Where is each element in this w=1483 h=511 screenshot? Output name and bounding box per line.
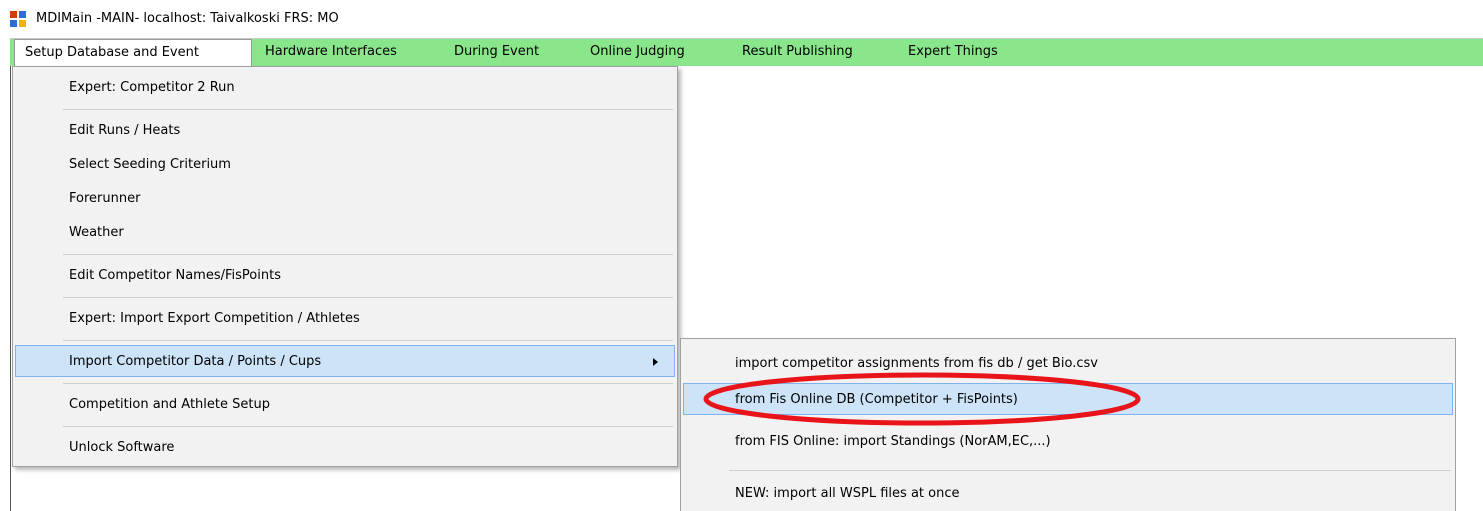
- menu-item-label: Expert: Import Export Competition / Athl…: [69, 311, 360, 326]
- menu-separator: [729, 470, 1451, 471]
- setup-dropdown-menu: Expert: Competitor 2 Run Edit Runs / Hea…: [12, 66, 678, 467]
- menu-item-label: Expert: Competitor 2 Run: [69, 80, 235, 95]
- title-bar: MDIMain -MAIN- localhost: Taivalkoski FR…: [0, 0, 1483, 38]
- menu-label: Hardware Interfaces: [265, 44, 397, 59]
- menu-result-publishing[interactable]: Result Publishing: [742, 39, 853, 67]
- menu-bar: Setup Database and Event Hardware Interf…: [10, 38, 1483, 67]
- menu-separator: [63, 109, 673, 110]
- menu-online-judging[interactable]: Online Judging: [590, 39, 685, 67]
- menu-label: During Event: [454, 44, 540, 59]
- mdi-client-border: [10, 66, 11, 511]
- menu-item-label: Select Seeding Criterium: [69, 157, 231, 172]
- menu-separator: [63, 426, 673, 427]
- menu-item-label: from FIS Online: import Standings (NorAM…: [735, 434, 1051, 449]
- submenu-item-import-wspl-files[interactable]: NEW: import all WSPL files at once: [683, 478, 1453, 510]
- menu-item-competition-athlete-setup[interactable]: Competition and Athlete Setup: [15, 389, 675, 421]
- menu-item-expert-import-export[interactable]: Expert: Import Export Competition / Athl…: [15, 303, 675, 335]
- menu-item-import-competitor-data[interactable]: Import Competitor Data / Points / Cups: [15, 345, 675, 377]
- menu-label: Result Publishing: [742, 44, 853, 59]
- menu-expert-things[interactable]: Expert Things: [908, 39, 998, 67]
- menu-label: Setup Database and Event: [25, 45, 199, 60]
- menu-hardware-interfaces[interactable]: Hardware Interfaces: [265, 39, 397, 67]
- menu-setup-database-and-event[interactable]: Setup Database and Event: [14, 39, 252, 67]
- submenu-arrow-icon: [653, 358, 658, 366]
- menu-item-label: Forerunner: [69, 191, 141, 206]
- menu-item-edit-runs-heats[interactable]: Edit Runs / Heats: [15, 115, 675, 147]
- menu-item-edit-competitor-names[interactable]: Edit Competitor Names/FisPoints: [15, 260, 675, 292]
- menu-item-label: Unlock Software: [69, 440, 175, 455]
- import-submenu: import competitor assignments from fis d…: [680, 338, 1456, 511]
- menu-item-label: Competition and Athlete Setup: [69, 397, 270, 412]
- menu-separator: [63, 297, 673, 298]
- menu-item-select-seeding-criterium[interactable]: Select Seeding Criterium: [15, 149, 675, 181]
- menu-item-label: NEW: import all WSPL files at once: [735, 486, 960, 501]
- menu-separator: [63, 340, 673, 341]
- menu-item-weather[interactable]: Weather: [15, 217, 675, 249]
- menu-item-label: Edit Competitor Names/FisPoints: [69, 268, 281, 283]
- menu-item-label: from Fis Online DB (Competitor + FisPoin…: [735, 392, 1018, 407]
- menu-item-label: Import Competitor Data / Points / Cups: [69, 354, 322, 369]
- window-title: MDIMain -MAIN- localhost: Taivalkoski FR…: [36, 11, 339, 26]
- menu-label: Online Judging: [590, 44, 685, 59]
- menu-item-label: Weather: [69, 225, 124, 240]
- menu-during-event[interactable]: During Event: [454, 39, 539, 67]
- submenu-item-import-assignments[interactable]: import competitor assignments from fis d…: [683, 348, 1453, 380]
- menu-item-label: import competitor assignments from fis d…: [735, 356, 1098, 371]
- menu-label: Expert Things: [908, 44, 998, 59]
- menu-separator: [63, 254, 673, 255]
- menu-item-forerunner[interactable]: Forerunner: [15, 183, 675, 215]
- app-icon: [10, 11, 26, 27]
- submenu-item-import-standings[interactable]: from FIS Online: import Standings (NorAM…: [683, 426, 1453, 458]
- submenu-item-from-fis-online-db[interactable]: from Fis Online DB (Competitor + FisPoin…: [683, 383, 1453, 415]
- menu-item-label: Edit Runs / Heats: [69, 123, 181, 138]
- menu-item-expert-competitor-2-run[interactable]: Expert: Competitor 2 Run: [15, 72, 675, 104]
- menu-separator: [63, 383, 673, 384]
- menu-item-unlock-software[interactable]: Unlock Software: [15, 432, 675, 464]
